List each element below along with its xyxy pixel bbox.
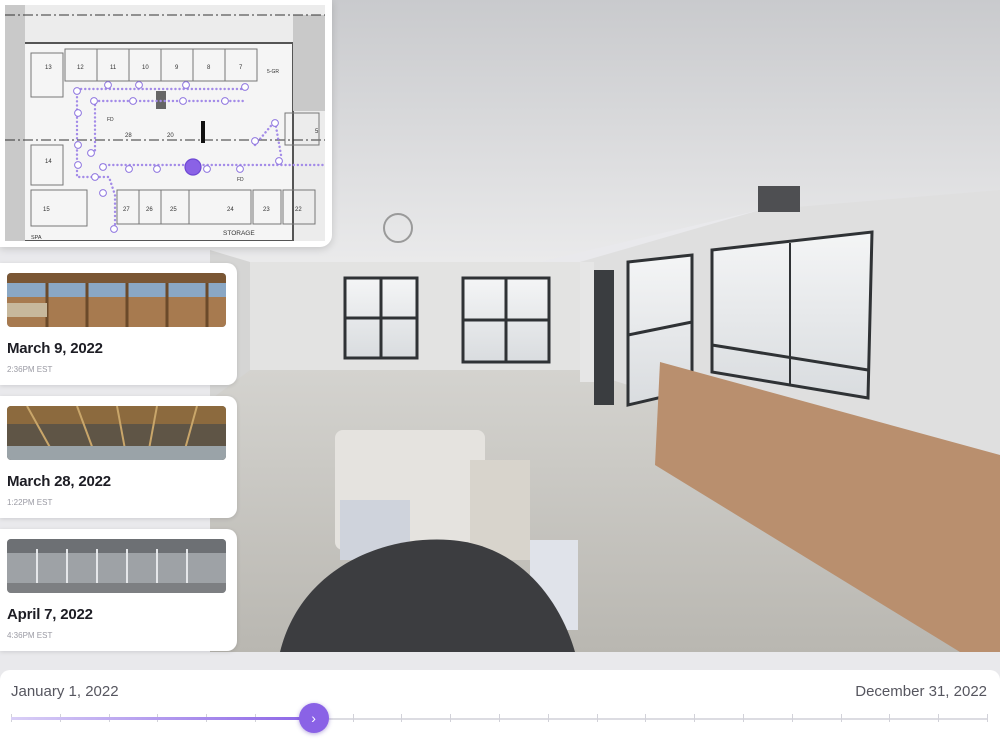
timeline-tick[interactable]	[548, 714, 549, 722]
timeline-end-date: December 31, 2022	[855, 683, 987, 700]
capture-card[interactable]: March 9, 2022 2:36PM EST	[0, 263, 237, 385]
timeline-tick[interactable]	[353, 714, 354, 722]
capture-point[interactable]	[99, 163, 107, 171]
timeline-tick[interactable]	[499, 714, 500, 722]
capture-thumbnail	[7, 406, 226, 460]
capture-point[interactable]	[99, 189, 107, 197]
room-number: 26	[146, 207, 153, 213]
capture-point[interactable]	[87, 149, 95, 157]
capture-point[interactable]	[125, 165, 133, 173]
timeline-progress-fill	[11, 717, 314, 720]
room-number: 10	[142, 65, 149, 71]
room-number: 11	[110, 65, 117, 71]
room-number: 15	[43, 207, 50, 213]
timeline-tick[interactable]	[597, 714, 598, 722]
capture-point[interactable]	[129, 97, 137, 105]
capture-point[interactable]	[203, 165, 211, 173]
capture-date: March 28, 2022	[7, 473, 111, 490]
capture-card[interactable]: March 28, 2022 1:22PM EST	[0, 396, 237, 518]
room-number: 24	[227, 207, 234, 213]
current-location-marker[interactable]	[184, 158, 202, 176]
capture-time: 2:36PM EST	[7, 365, 53, 374]
timeline-tick[interactable]	[743, 714, 744, 722]
capture-point[interactable]	[241, 83, 249, 91]
capture-point[interactable]	[236, 165, 244, 173]
capture-point[interactable]	[110, 225, 118, 233]
capture-point[interactable]	[221, 97, 229, 105]
room-number: 13	[45, 65, 52, 71]
timeline-start-date: January 1, 2022	[11, 683, 119, 700]
room-number: 25	[170, 207, 177, 213]
capture-time: 4:36PM EST	[7, 631, 53, 640]
capture-point[interactable]	[135, 81, 143, 89]
capture-point[interactable]	[271, 119, 279, 127]
fd-label: FD	[107, 117, 114, 123]
fd-label: FD	[237, 177, 244, 183]
room-number: 28	[125, 133, 132, 139]
room-number: 20	[167, 133, 174, 139]
capture-time: 1:22PM EST	[7, 498, 53, 507]
floorplan-minimap[interactable]: 13 12 11 10 9 8 7 28 20 14 27 26 25 24 2…	[0, 0, 332, 247]
timeline-tick[interactable]	[450, 714, 451, 722]
capture-date: March 9, 2022	[7, 340, 103, 357]
capture-point[interactable]	[251, 137, 259, 145]
room-number: 12	[77, 65, 84, 71]
timeline-tick[interactable]	[938, 714, 939, 722]
capture-point[interactable]	[74, 109, 82, 117]
capture-thumbnail	[7, 539, 226, 593]
timeline-tick[interactable]	[694, 714, 695, 722]
room-number: 22	[295, 207, 302, 213]
capture-point[interactable]	[74, 141, 82, 149]
capture-point[interactable]	[90, 97, 98, 105]
timeline-tick[interactable]	[987, 714, 988, 722]
capture-point[interactable]	[275, 157, 283, 165]
timeline-tick[interactable]	[645, 714, 646, 722]
capture-point[interactable]	[179, 97, 187, 105]
chevron-right-icon: ›	[311, 710, 316, 726]
capture-date: April 7, 2022	[7, 606, 93, 623]
capture-card[interactable]: April 7, 2022 4:36PM EST	[0, 529, 237, 651]
stair-label: 5-GR	[267, 69, 279, 75]
timeline-tick[interactable]	[792, 714, 793, 722]
storage-label: STORAGE	[223, 230, 255, 237]
room-number: 23	[263, 207, 270, 213]
capture-thumbnail	[7, 273, 226, 327]
room-number: 27	[123, 207, 130, 213]
timeline-tick[interactable]	[889, 714, 890, 722]
capture-point[interactable]	[91, 173, 99, 181]
timeline-tick[interactable]	[841, 714, 842, 722]
timeline-bar: January 1, 2022 December 31, 2022 ›	[0, 670, 1000, 739]
capture-point[interactable]	[153, 165, 161, 173]
capture-point[interactable]	[73, 87, 81, 95]
timeline-handle[interactable]: ›	[298, 703, 329, 733]
room-number: 14	[45, 159, 52, 165]
capture-point[interactable]	[104, 81, 112, 89]
timeline-tick[interactable]	[401, 714, 402, 722]
capture-point[interactable]	[74, 161, 82, 169]
spa-label: SPA	[31, 235, 42, 241]
capture-point[interactable]	[182, 81, 190, 89]
